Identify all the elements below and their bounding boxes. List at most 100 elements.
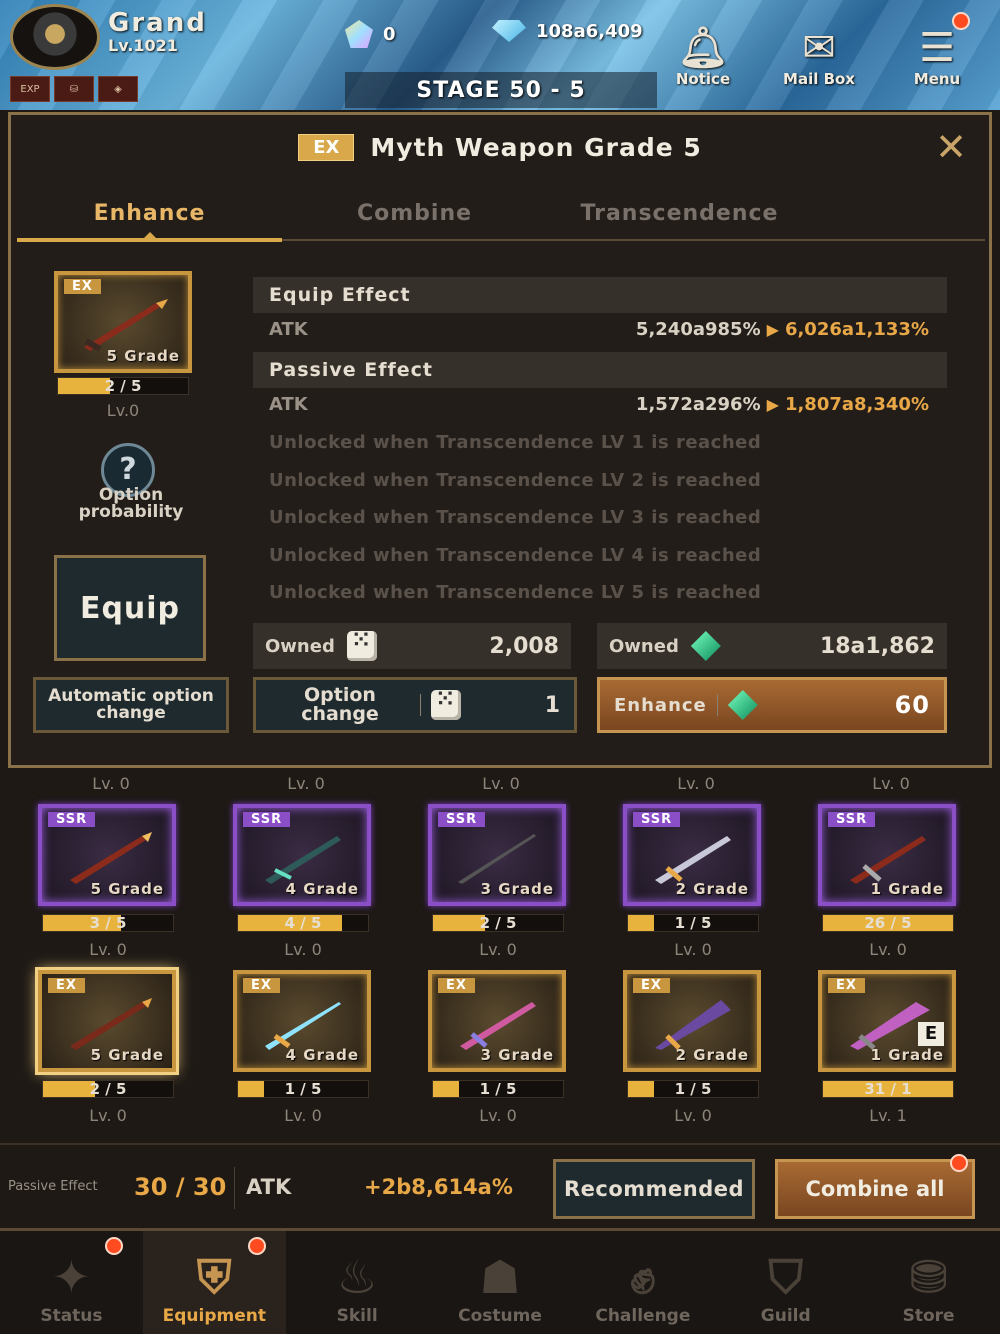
locked-option-5: Unlocked when Transcendence LV 5 is reac… (269, 582, 762, 603)
weapon-level: Lv. 0 (869, 940, 907, 959)
equipment-alert-dot (247, 1237, 266, 1255)
bottom-navigation: ✦ Status ⛨ Equipment ♨ Skill ☗ Costume ✊… (0, 1228, 1000, 1334)
sword-icon (265, 1002, 341, 1050)
weapon-count-bar: 3 / 5 (42, 914, 174, 932)
nav-costume[interactable]: ☗ Costume (429, 1231, 572, 1334)
nav-guild[interactable]: ⛉ Guild (714, 1231, 857, 1334)
weapon-rarity: SSR (438, 812, 486, 827)
weapon-rarity: SSR (243, 812, 291, 827)
rainbow-gem-icon (345, 20, 373, 48)
arrow-right-icon: ▶ (766, 320, 779, 339)
weapon-grade: 5 Grade (106, 347, 180, 365)
weapon-level: Lv. 0 (89, 1106, 127, 1125)
weapon-count-bar: 26 / 5 (822, 914, 954, 932)
weapon-count-fill (433, 915, 485, 931)
equipment-screen: Grand Lv.1021 EXP ⛁ ◈ 0 108a6,409 STAGE … (0, 0, 1000, 1334)
sword-icon (70, 832, 152, 884)
partial-level-label: Lv. 0 (677, 774, 715, 793)
recommended-button[interactable]: Recommended (553, 1159, 755, 1219)
nav-guild-label: Guild (760, 1306, 811, 1326)
mailbox-label: Mail Box (783, 70, 855, 88)
weapon-count: 1 / 5 (674, 914, 712, 932)
eye-buff-icon[interactable]: ◈ (98, 76, 138, 102)
ssr-weapon-card-1[interactable]: SSR 5 Grade (38, 804, 176, 906)
automatic-option-change-button[interactable]: Automatic option change (33, 677, 229, 733)
locked-option-4: Unlocked when Transcendence LV 4 is reac… (269, 545, 762, 566)
sword-icon (84, 299, 168, 352)
equipped-mark: E (918, 1022, 944, 1046)
weapon-count: 1 / 5 (284, 1080, 322, 1098)
enhance-cost: 60 (894, 691, 930, 719)
nav-challenge-label: Challenge (595, 1306, 691, 1326)
weapon-grade: 2 Grade (675, 880, 749, 898)
tab-combine[interactable]: Combine (282, 187, 547, 239)
weapon-count-fill (628, 915, 654, 931)
ssr-weapon-card-5[interactable]: SSR 1 Grade (818, 804, 956, 906)
weapon-rarity: EX (48, 978, 85, 993)
weapon-grade: 3 Grade (480, 1046, 554, 1064)
passive-effect-old: 1,572a296% (635, 394, 761, 415)
option-change-button[interactable]: Option change 1 (253, 677, 577, 733)
weapon-count: 26 / 5 (864, 914, 912, 932)
player-name: Grand (108, 8, 207, 38)
exp-buff-icon[interactable]: EXP (10, 76, 50, 102)
ssr-weapon-card-4[interactable]: SSR 2 Grade (623, 804, 761, 906)
weapon-count-fill (58, 378, 110, 394)
tab-enhance[interactable]: Enhance (17, 187, 282, 242)
partial-level-label: Lv. 0 (287, 774, 325, 793)
weapon-count: 1 / 5 (674, 1080, 712, 1098)
combine-alert-dot (950, 1154, 968, 1172)
combine-all-button[interactable]: Combine all (775, 1154, 975, 1219)
weapon-count-bar: 1 / 5 (432, 1080, 564, 1098)
notice-label: Notice (675, 70, 731, 88)
nav-skill-label: Skill (336, 1306, 378, 1326)
emerald-icon (690, 631, 721, 661)
sword-icon (70, 998, 152, 1050)
weapon-count-fill (238, 1081, 264, 1097)
ssr-weapon-card-2[interactable]: SSR 4 Grade (233, 804, 371, 906)
tab-transcendence[interactable]: Transcendence (547, 187, 812, 239)
top-bar: Grand Lv.1021 EXP ⛁ ◈ 0 108a6,409 STAGE … (0, 0, 1000, 110)
passive-summary-stat: ATK (246, 1175, 292, 1199)
owned-dice-value: 2,008 (489, 633, 559, 659)
diamond-currency: 108a6,409 (492, 20, 643, 42)
partial-level-label: Lv. 0 (92, 774, 130, 793)
nav-equipment[interactable]: ⛨ Equipment (142, 1231, 286, 1334)
sword-icon (460, 1002, 536, 1050)
equip-button[interactable]: Equip (54, 555, 206, 661)
close-icon[interactable]: ✕ (935, 127, 967, 167)
passive-effect-new: 1,807a8,340% (784, 394, 929, 415)
ex-weapon-card-2[interactable]: EX 4 Grade (233, 970, 371, 1072)
option-probability-label[interactable]: Option probability (51, 487, 211, 521)
weapon-grade: 1 Grade (870, 880, 944, 898)
ex-weapon-card-5[interactable]: EX E 1 Grade (818, 970, 956, 1072)
enhance-button[interactable]: Enhance 60 (597, 677, 947, 733)
player-avatar[interactable] (10, 4, 100, 70)
passive-summary-label: Passive Effect (8, 1179, 98, 1194)
weapon-grid: Lv. 0 Lv. 0 Lv. 0 Lv. 0 Lv. 0 SSR 5 Grade 3 / … (0, 770, 1000, 1140)
equip-effect-row: ATK 5,240a985% ▶ 6,026a1,133% (269, 319, 929, 349)
ssr-weapon-card-3[interactable]: SSR 3 Grade (428, 804, 566, 906)
weapon-count-bar: 1 / 5 (627, 1080, 759, 1098)
nav-status[interactable]: ✦ Status (0, 1231, 143, 1334)
notice-button[interactable]: 🔔︎ Notice (658, 8, 748, 88)
partial-level-label: Lv. 0 (482, 774, 520, 793)
owned-emerald: Owned 18a1,862 (597, 623, 947, 669)
nav-store[interactable]: ⛃ Store (857, 1231, 1000, 1334)
arrow-right-icon: ▶ (766, 395, 779, 414)
mailbox-button[interactable]: ✉ Mail Box (774, 8, 864, 88)
bag-buff-icon[interactable]: ⛁ (54, 76, 94, 102)
weapon-grade: 1 Grade (870, 1046, 944, 1064)
dice-icon (346, 628, 377, 661)
ex-weapon-card-3[interactable]: EX 3 Grade (428, 970, 566, 1072)
nav-skill[interactable]: ♨ Skill (286, 1231, 429, 1334)
enhance-label: Enhance (614, 694, 707, 716)
weapon-count: 1 / 5 (479, 1080, 517, 1098)
owned-emerald-value: 18a1,862 (819, 633, 935, 659)
nav-challenge[interactable]: ✊︎ Challenge (571, 1231, 714, 1334)
buff-icons: EXP ⛁ ◈ (10, 76, 138, 102)
ex-weapon-card-1[interactable]: EX 5 Grade (35, 967, 179, 1075)
ex-weapon-card-4[interactable]: EX 2 Grade (623, 970, 761, 1072)
menu-button[interactable]: ☰ Menu (892, 8, 982, 88)
stage-indicator[interactable]: STAGE 50 - 5 (345, 72, 657, 108)
